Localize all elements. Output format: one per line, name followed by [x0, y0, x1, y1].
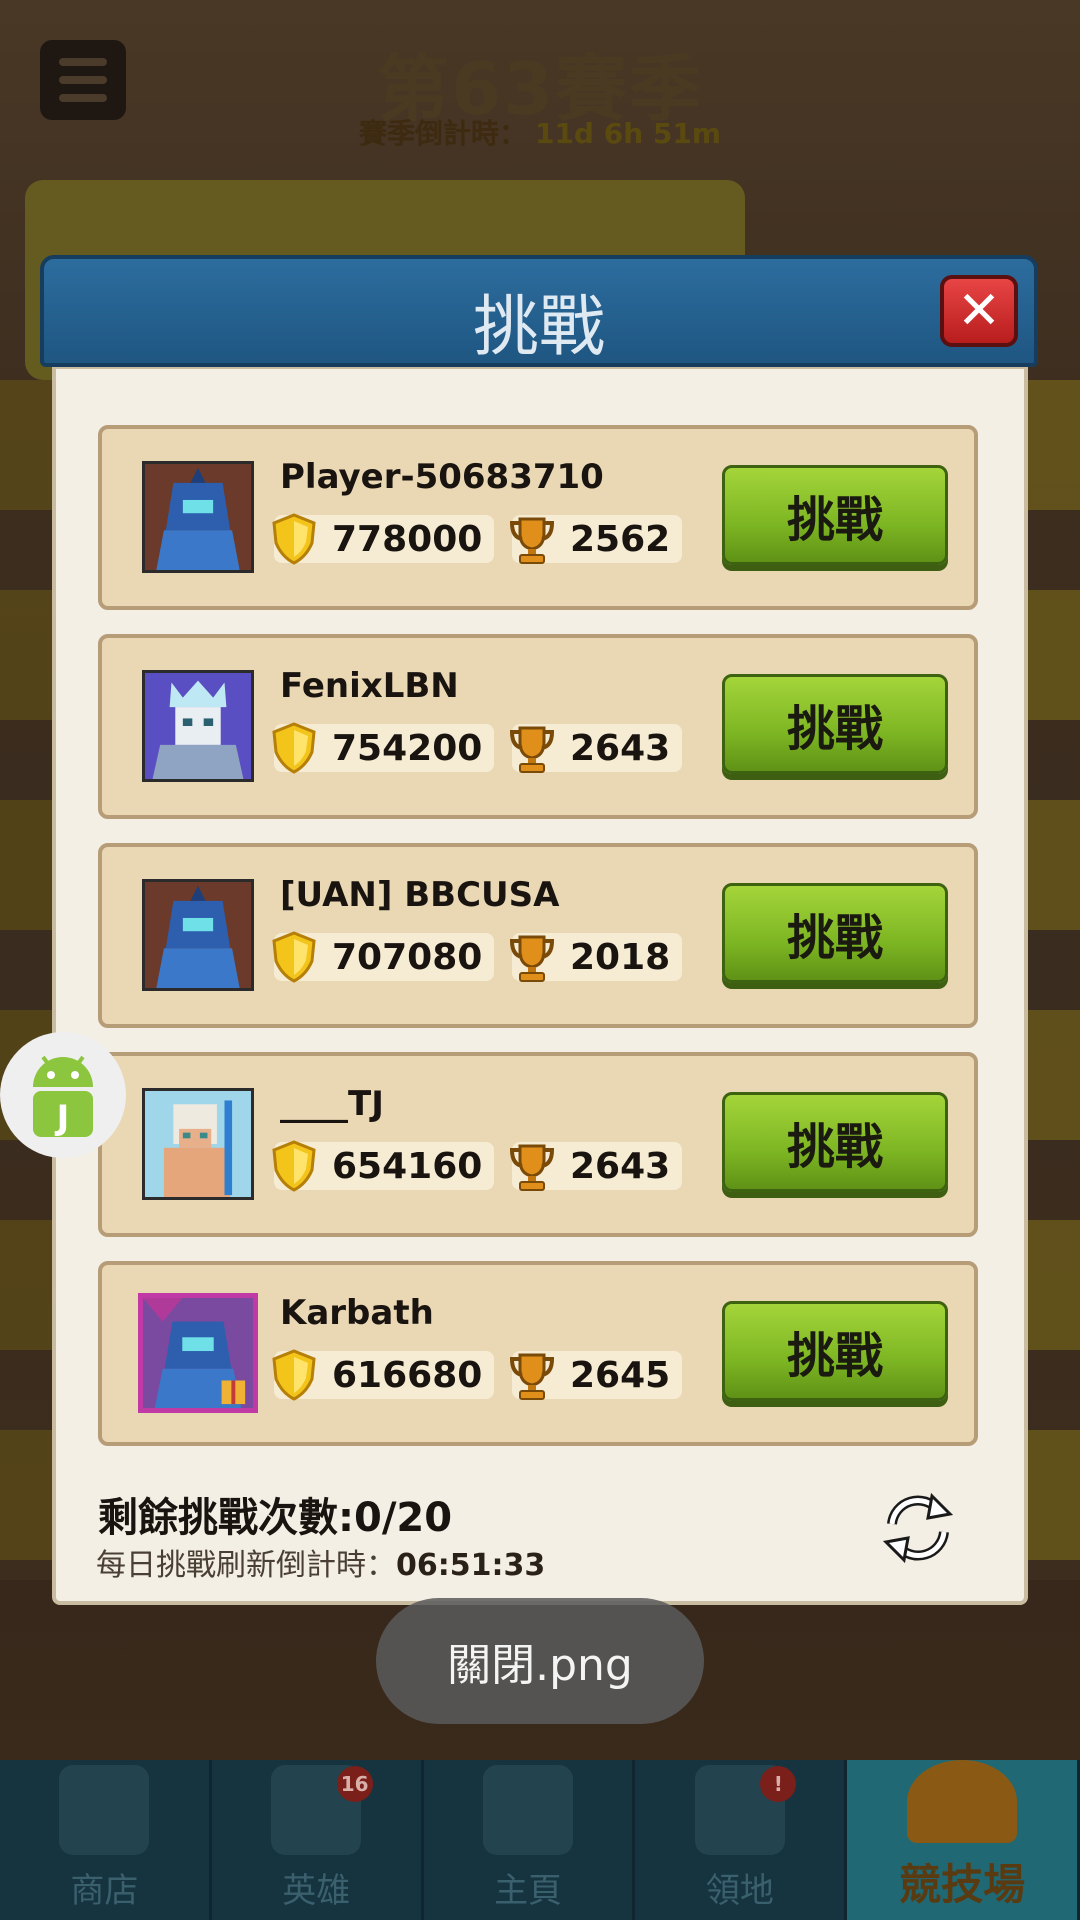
arena-trophy-icon: [907, 1760, 1018, 1843]
player-trophies: 2645: [570, 1355, 671, 1396]
player-score: 778000: [332, 519, 483, 560]
challenge-button[interactable]: 挑戰: [722, 883, 948, 983]
background-right-column: [1020, 380, 1080, 1580]
player-name: [UAN] BBCUSA: [280, 875, 560, 915]
android-icon: J: [33, 1055, 93, 1138]
score-stat: 654160: [272, 1140, 494, 1192]
toast-message: 關閉.png: [376, 1598, 704, 1724]
player-score: 616680: [332, 1355, 483, 1396]
player-name: FenixLBN: [280, 666, 459, 706]
nav-item[interactable]: 競技場: [847, 1760, 1080, 1920]
close-button[interactable]: ✕: [940, 275, 1018, 347]
trophy-stat: 2643: [509, 1142, 682, 1191]
score-stat: 754200: [272, 722, 494, 774]
player-avatar: [142, 879, 254, 991]
refresh-countdown: 每日挑戰刷新倒計時：06:51:33: [96, 1540, 545, 1584]
refresh-countdown-label: 每日挑戰刷新倒計時：: [96, 1548, 396, 1583]
notification-badge: !: [760, 1766, 797, 1802]
player-avatar: [142, 461, 254, 573]
score-stat: 778000: [272, 513, 494, 565]
challenge-button[interactable]: 挑戰: [722, 1092, 948, 1192]
nav-label: 商店: [70, 1871, 139, 1911]
trophy-stat: 2562: [509, 515, 682, 564]
score-stat: 707080: [272, 931, 494, 983]
trophy-icon: [508, 931, 556, 983]
shield-icon: [270, 722, 318, 774]
player-name: Player-50683710: [280, 457, 604, 497]
nav-label: 主頁: [494, 1871, 563, 1911]
notification-badge: 16: [336, 1766, 373, 1802]
player-avatar: [142, 1088, 254, 1200]
nav-item[interactable]: 商店: [0, 1760, 212, 1920]
player-score: 754200: [332, 728, 483, 769]
player-trophies: 2018: [570, 937, 671, 978]
svg-text:J: J: [55, 1098, 70, 1138]
trophy-icon: [508, 722, 556, 774]
player-avatar: [142, 670, 254, 782]
nav-item[interactable]: 主頁: [424, 1760, 636, 1920]
player-score: 707080: [332, 937, 483, 978]
trophy-icon: [508, 1140, 556, 1192]
refresh-icon: [882, 1492, 954, 1564]
nav-label: 競技場: [899, 1860, 1026, 1909]
android-floating-button[interactable]: J: [0, 1032, 126, 1158]
nav-label: 領地: [705, 1871, 774, 1911]
nav-item[interactable]: 英雄 16: [212, 1760, 424, 1920]
background-left-column: [0, 380, 60, 1580]
refresh-countdown-value: 06:51:33: [396, 1548, 546, 1583]
opponent-card: ____TJ 654160 2643 挑戰: [98, 1052, 978, 1237]
close-icon: ✕: [957, 281, 1001, 341]
opponent-card: Karbath 616680 2645 挑戰: [98, 1261, 978, 1446]
season-countdown-value: 11d 6h 51m: [534, 117, 722, 150]
shield-icon: [270, 1140, 318, 1192]
shield-icon: [270, 931, 318, 983]
challenge-button[interactable]: 挑戰: [722, 1301, 948, 1401]
player-name: Karbath: [280, 1293, 434, 1333]
season-countdown-label: 賽季倒計時：: [358, 117, 527, 150]
trophy-stat: 2643: [509, 724, 682, 773]
player-avatar: [138, 1293, 258, 1413]
home-icon: [483, 1765, 574, 1855]
opponent-card: [UAN] BBCUSA 707080 2018 挑戰: [98, 843, 978, 1028]
challenge-button[interactable]: 挑戰: [722, 465, 948, 565]
shield-icon: [270, 513, 318, 565]
opponent-card: Player-50683710 778000 2562 挑戰: [98, 425, 978, 610]
nav-label: 英雄: [282, 1871, 351, 1911]
trophy-stat: 2018: [509, 933, 682, 982]
nav-item[interactable]: 領地!: [635, 1760, 848, 1920]
shield-icon: [270, 1349, 318, 1401]
player-name: ____TJ: [280, 1084, 384, 1124]
remaining-challenges: 剩餘挑戰次數:0/20: [98, 1495, 453, 1541]
dialog-title: 挑戰: [473, 288, 605, 365]
season-countdown: 賽季倒計時： 11d 6h 51m: [0, 112, 1080, 152]
trophy-stat: 2645: [509, 1351, 682, 1400]
opponent-card: FenixLBN 754200 2643 挑戰: [98, 634, 978, 819]
bottom-navigation: 商店 英雄 16 主頁 領地! 競技場: [0, 1760, 1080, 1920]
shop-icon: [59, 1765, 150, 1855]
refresh-button[interactable]: [880, 1490, 956, 1566]
player-trophies: 2562: [570, 519, 671, 560]
player-score: 654160: [332, 1146, 483, 1187]
player-trophies: 2643: [570, 1146, 671, 1187]
trophy-icon: [508, 513, 556, 565]
player-trophies: 2643: [570, 728, 671, 769]
challenge-button[interactable]: 挑戰: [722, 674, 948, 774]
dialog-header: 挑戰: [40, 255, 1038, 367]
score-stat: 616680: [272, 1349, 494, 1401]
trophy-icon: [508, 1349, 556, 1401]
